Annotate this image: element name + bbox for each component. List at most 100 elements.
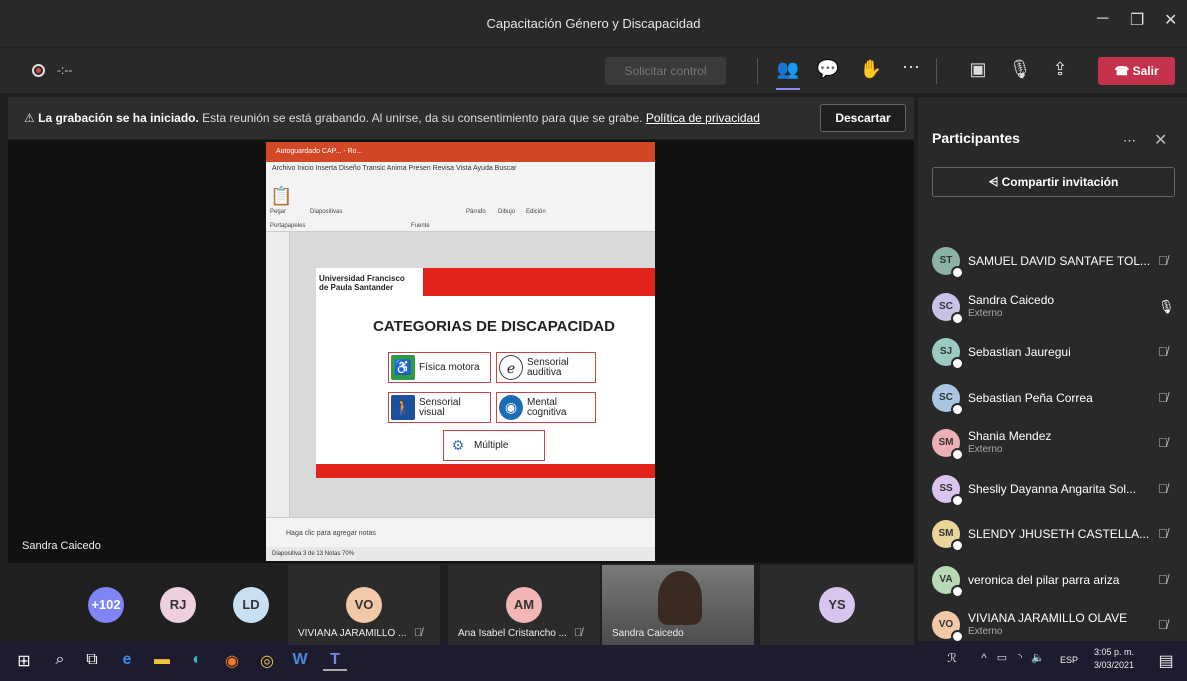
video-feed [658, 571, 702, 625]
category-label: Múltiple [474, 440, 509, 451]
participant-item[interactable]: ST SAMUEL DAVID SANTAFE TOL... 🎙̸ [932, 244, 1182, 279]
ribbon-label: Párrafo [466, 209, 486, 215]
leave-label: Salir [1132, 64, 1159, 78]
avatar: VO [932, 611, 964, 643]
participant-tile[interactable]: AM Ana Isabel Cristancho ... 🎙̸ [448, 565, 600, 645]
avatar: SS [932, 474, 964, 507]
mic-muted-icon: 🎙̸ [1158, 435, 1168, 450]
reactions-icon[interactable]: ✋ [859, 59, 883, 80]
slide-title: CATEGORIAS DE DISCAPACIDAD [373, 318, 615, 335]
participant-item[interactable]: SC Sebastian Peña Correa 🎙̸ [932, 381, 1182, 416]
maximize-button[interactable]: ❐ [1130, 10, 1144, 30]
participants-icon[interactable]: 👥 [776, 59, 800, 80]
task-view-icon[interactable]: ⧉ [80, 651, 104, 669]
teams-icon[interactable]: T [323, 651, 347, 671]
category-label: Mental cognitiva [527, 397, 567, 418]
slide-thumbnails[interactable] [266, 232, 290, 532]
mic-muted-icon: 🎙̸ [1158, 617, 1168, 632]
mic-off-icon[interactable]: 🎙 [1008, 59, 1032, 80]
dismiss-button[interactable]: Descartar [820, 104, 906, 132]
toolbar-divider [936, 58, 937, 84]
more-participants-badge[interactable]: +102 [88, 587, 124, 623]
slide-footer-band [316, 464, 655, 478]
windows-start-icon[interactable]: ⊞ [12, 651, 36, 671]
gears-icon: ⚙ [446, 433, 470, 458]
participant-name: Sebastian Peña Correa [968, 390, 1093, 405]
participant-item[interactable]: SM SLENDY JHUSETH CASTELLA... 🎙̸ [932, 517, 1182, 552]
category-label: Sensorial visual [419, 397, 461, 418]
ribbon-label: Portapapeles [270, 223, 306, 229]
paste-icon: 📋 [270, 186, 293, 206]
participant-item[interactable]: SM Shania Mendez Externo 🎙̸ [932, 426, 1182, 461]
category-box: 🚶 Sensorial visual [388, 392, 491, 423]
participant-tile[interactable]: YS [760, 565, 914, 645]
university-logo-text: Universidad Francisco de Paula Santander [319, 274, 415, 292]
participant-item[interactable]: SJ Sebastian Jauregui 🎙̸ [932, 335, 1182, 370]
participant-item[interactable]: VO VIVIANA JARAMILLO OLAVE Externo 🎙̸ [932, 608, 1182, 643]
mic-muted-icon: 🎙̸ [1158, 480, 1168, 496]
mic-muted-icon: 🎙̸ [414, 627, 423, 639]
ribbon-label: Pegar [270, 209, 287, 215]
notifications-icon[interactable]: ▤ [1154, 651, 1178, 671]
clock-time: 3:05 p. m. [1093, 647, 1135, 657]
category-label: Sensorial auditiva [527, 357, 569, 378]
active-indicator [776, 88, 800, 90]
participant-item[interactable]: SC Sandra Caicedo Externo 🎙 [932, 290, 1182, 325]
participants-panel: Participantes ⋯ ✕ ⩤ Compartir invitación… [918, 97, 1187, 643]
slide: Universidad Francisco de Paula Santander… [316, 268, 655, 478]
close-icon[interactable]: ✕ [1154, 130, 1167, 150]
firefox-icon[interactable]: ◉ [220, 651, 244, 671]
participant-role: Externo [968, 626, 1003, 637]
volume-icon[interactable]: 🔈 [1026, 651, 1050, 664]
shared-screen: Autoguardado CAP... - Ro... Archivo Inic… [266, 142, 655, 561]
leave-button[interactable]: ☎ Salir [1098, 57, 1175, 85]
panel-title: Participantes [932, 130, 1020, 146]
participant-tile[interactable]: VO VIVIANA JARAMILLO ... 🎙̸ [288, 565, 440, 645]
word-icon[interactable]: W [288, 651, 312, 669]
speaker-name: Sandra Caicedo [22, 540, 101, 552]
request-control-button[interactable]: Solicitar control [605, 57, 726, 85]
search-icon[interactable]: ⌕ [48, 651, 72, 669]
participant-name: SAMUEL DAVID SANTAFE TOL... [968, 254, 1151, 268]
file-explorer-icon[interactable]: ▬ [150, 651, 174, 669]
participant-item[interactable]: SS Shesliy Dayanna Angarita Sol... 🎙̸ [932, 472, 1182, 507]
recording-banner: ⚠ La grabación se ha iniciado. Esta reun… [8, 97, 914, 139]
camera-off-icon[interactable]: ▣ [966, 59, 990, 80]
share-tray-icon[interactable]: ⇪ [1048, 59, 1072, 80]
banner-message: ⚠ La grabación se ha iniciado. Esta reun… [24, 111, 760, 125]
participant-item[interactable]: VA veronica del pilar parra ariza 🎙̸ [932, 563, 1182, 598]
chrome-icon[interactable]: ◎ [255, 651, 279, 671]
recording-icon [32, 64, 45, 77]
participant-name: Shesliy Dayanna Angarita Sol... [968, 481, 1137, 496]
edge-icon[interactable]: ◐ [185, 651, 209, 669]
avatar[interactable]: RJ [160, 587, 196, 623]
mic-muted-icon: 🎙̸ [1158, 571, 1168, 587]
avatar: SC [932, 292, 964, 325]
close-button[interactable]: ✕ [1164, 10, 1177, 30]
powerpoint-status-bar: Diapositiva 3 de 13 Notas 70% [266, 547, 655, 561]
powerpoint-ribbon: 📋 Pegar Diapositivas Fuente Párrafo Dibu… [266, 176, 655, 232]
participant-name: Shania Mendez [968, 429, 1052, 443]
share-invite-button[interactable]: ⩤ Compartir invitación [932, 167, 1175, 197]
people-icon[interactable]: ℛ [940, 651, 964, 665]
privacy-link[interactable]: Política de privacidad [646, 111, 760, 125]
avatar: YS [819, 587, 855, 623]
powerpoint-menu: Archivo Inicio Inserta Diseño Transic An… [266, 162, 655, 176]
language-indicator[interactable]: ESP [1060, 655, 1078, 665]
edge-legacy-icon[interactable]: e [115, 651, 139, 669]
participant-tile[interactable]: Sandra Caicedo [602, 565, 754, 645]
powerpoint-title-bar: Autoguardado CAP... - Ro... [266, 142, 655, 162]
participant-name: Sebastian Jauregui [968, 345, 1071, 359]
more-options-icon[interactable]: ⋯ [899, 57, 923, 78]
mic-icon: 🎙 [1158, 298, 1175, 314]
chat-icon[interactable]: 💬 [816, 59, 840, 80]
minimize-button[interactable]: ─ [1097, 10, 1108, 28]
more-options-icon[interactable]: ⋯ [1123, 133, 1136, 149]
tile-name: Sandra Caicedo [612, 628, 684, 639]
notes-pane[interactable]: Haga clic para agregar notas [266, 517, 655, 547]
avatar[interactable]: LD [233, 587, 269, 623]
category-box: ♿ Física motora [388, 352, 491, 383]
taskbar-clock[interactable]: 3:05 p. m. 3/03/2021 [1090, 646, 1138, 672]
participant-name: veronica del pilar parra ariza [968, 572, 1120, 587]
warning-icon: ⚠ [24, 111, 35, 125]
